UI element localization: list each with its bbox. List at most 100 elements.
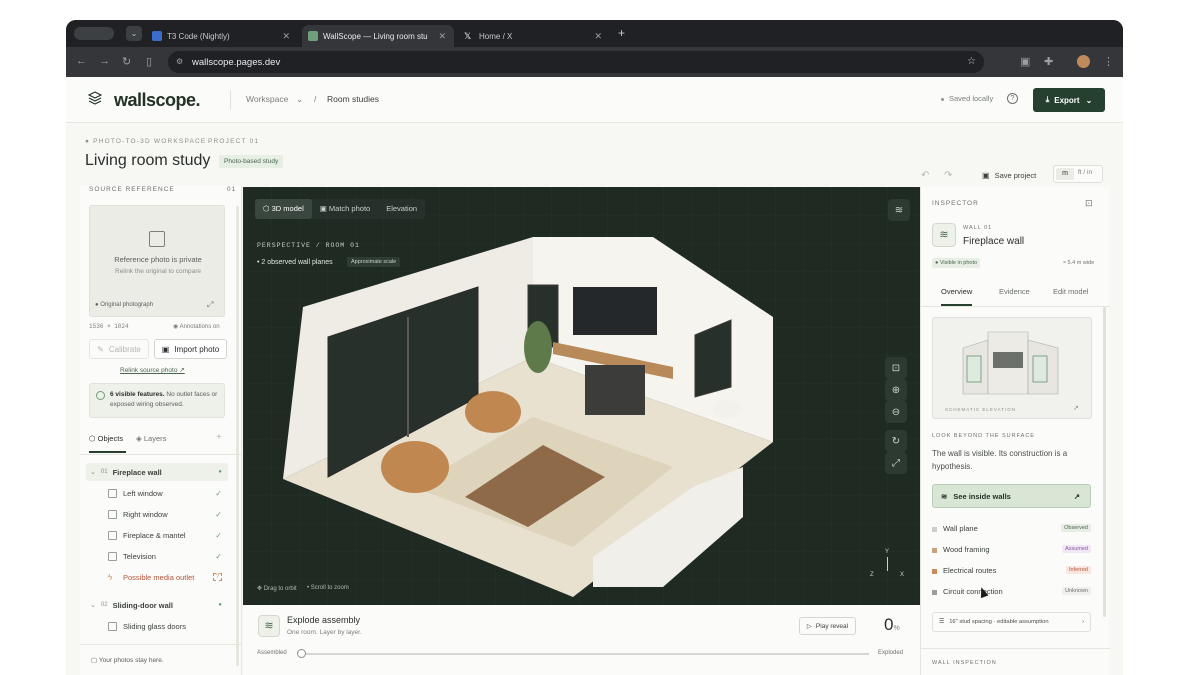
relink-text: Relink source photo <box>120 367 178 374</box>
profile-avatar[interactable] <box>1077 55 1090 68</box>
fullscreen-icon[interactable]: ⤢ <box>885 452 907 474</box>
logo-icon <box>87 91 103 105</box>
sidebar-toggle[interactable] <box>74 27 114 40</box>
unit-m-button[interactable]: m <box>1056 168 1074 180</box>
list-item[interactable]: Right window ✓ <box>86 505 228 523</box>
axis-z-label: Z <box>870 572 874 578</box>
close-icon[interactable]: ✕ <box>282 31 290 42</box>
tab-layers[interactable]: ◈ Layers <box>136 434 166 443</box>
annotations-toggle[interactable]: ◉ Annotations on <box>173 323 220 330</box>
explode-slider[interactable] <box>297 649 869 658</box>
kicker: ● PHOTO-TO-3D WORKSPACE <box>85 138 207 145</box>
footer-note: ▢ Your photos stay here. <box>91 657 164 664</box>
split-view-icon[interactable]: ▯ <box>146 55 152 68</box>
tab-x-home[interactable]: 𝕏 Home / X ✕ <box>458 25 610 47</box>
layer-row[interactable]: Circuit connection Unknown <box>932 586 1091 600</box>
tab-wallscope[interactable]: WallScope — Living room stu ✕ <box>302 25 454 47</box>
help-icon[interactable]: ? <box>1007 93 1018 104</box>
reference-photo-card[interactable]: Reference photo is private Relink the or… <box>89 205 225 317</box>
schematic-drawing <box>962 331 1059 395</box>
puzzle-icon[interactable]: ✚ <box>1044 55 1053 68</box>
save-project-button[interactable]: ▣ Save project <box>982 171 1036 180</box>
save-label: Save project <box>994 171 1037 180</box>
chevron-down-icon[interactable]: ⌄ <box>296 94 303 105</box>
play-reveal-button[interactable]: ▷ Play reveal <box>799 617 856 635</box>
wall-width: ≈ 5.4 m wide <box>1063 260 1095 266</box>
chevron-down-icon: ⌄ <box>90 602 96 609</box>
schematic-elevation[interactable]: SCHEMATIC ELEVATION ↗ <box>932 317 1092 419</box>
redo-icon[interactable]: ↷ <box>944 170 952 181</box>
inspector-tab-edit[interactable]: Edit model <box>1053 287 1088 296</box>
inspector-panel: INSPECTOR ⊡ ≋ WALL 01 Fireplace wall ● V… <box>920 187 1110 675</box>
plant <box>524 321 552 373</box>
list-item[interactable]: Left window ✓ <box>86 484 228 502</box>
open-icon[interactable]: ↗ <box>1073 404 1079 412</box>
group-sliding-door-wall[interactable]: ⌄ 02 Sliding-door wall ● <box>86 596 228 614</box>
focus-icon[interactable]: ⊡ <box>885 357 907 379</box>
list-item[interactable]: ϟ Possible media outlet? <box>86 568 228 586</box>
drag-hint: ✥ Drag to orbit <box>257 586 297 592</box>
see-inside-walls-button[interactable]: ≋ See inside walls ↗ <box>932 484 1091 508</box>
group-fireplace-wall[interactable]: ⌄ 01 Fireplace wall ● <box>86 463 228 481</box>
menu-icon[interactable]: ⋮ <box>1103 55 1114 68</box>
list-item[interactable]: Fireplace & mantel ✓ <box>86 526 228 544</box>
see-inside-label: See inside walls <box>953 491 1011 501</box>
tab-search-icon[interactable]: ⌄ <box>126 26 142 41</box>
scrollbar[interactable] <box>236 206 239 666</box>
saved-status: Saved locally <box>949 94 994 103</box>
divider <box>80 454 242 455</box>
unit-ft-button[interactable]: ft / in <box>1078 169 1092 176</box>
relink-link[interactable]: Relink source photo ↗ <box>120 366 185 374</box>
scrollbar[interactable] <box>1103 307 1106 617</box>
zoom-in-icon[interactable]: ⊕ <box>885 379 907 401</box>
undo-icon[interactable]: ↶ <box>921 170 929 181</box>
item-label: Sliding glass doors <box>123 621 186 631</box>
tab-t3-code[interactable]: T3 Code (Nightly) ✕ <box>146 25 298 47</box>
slider-thumb[interactable] <box>297 649 306 658</box>
focus-icon[interactable]: ⊡ <box>1085 198 1093 209</box>
axis-y-label: Y <box>885 549 890 555</box>
room-model[interactable] <box>243 187 920 605</box>
inspector-label: INSPECTOR <box>932 200 979 207</box>
export-button[interactable]: ⤓ Export ⌄ <box>1033 88 1105 112</box>
zoom-out-icon[interactable]: ⊖ <box>885 401 907 423</box>
unit-toggle: m ft / in <box>1053 165 1103 183</box>
wall-icon: ≋ <box>932 223 956 247</box>
forward-icon[interactable]: → <box>99 55 110 67</box>
breadcrumb-room-studies[interactable]: Room studies <box>327 94 379 104</box>
back-icon[interactable]: ← <box>76 55 87 67</box>
import-photo-button[interactable]: ▣ Import photo <box>154 339 227 359</box>
logo-text[interactable]: wallscope. <box>114 90 201 111</box>
close-icon[interactable]: ✕ <box>594 31 602 42</box>
layer-swatch-icon <box>932 548 937 553</box>
site-info-icon[interactable]: ⚙ <box>176 57 183 66</box>
calibrate-button[interactable]: ✎ Calibrate <box>89 339 149 359</box>
layer-row[interactable]: Wood framing Assumed <box>932 544 1091 558</box>
features-note: 6 visible features. No outlet faces or e… <box>89 383 225 418</box>
breadcrumb-workspace[interactable]: Workspace <box>246 94 288 104</box>
chevron-down-icon: ⌄ <box>1085 95 1093 105</box>
add-icon[interactable]: + <box>216 432 222 443</box>
list-item[interactable]: Sliding glass doors <box>86 617 228 635</box>
status-dot-icon: ● <box>218 469 222 475</box>
layer-row[interactable]: Electrical routes Inferred <box>932 565 1091 579</box>
new-tab-icon[interactable]: + <box>618 26 625 40</box>
download-icon: ⤓ <box>1045 95 1050 104</box>
reload-icon[interactable]: ↻ <box>122 55 131 68</box>
inspector-tab-evidence[interactable]: Evidence <box>999 287 1030 296</box>
bookmark-star-icon[interactable]: ☆ <box>967 56 976 67</box>
expand-icon[interactable]: ⤢ <box>207 300 213 310</box>
close-icon[interactable]: ✕ <box>438 31 446 42</box>
3d-viewport[interactable]: ⬡ 3D model ▣ Match photo Elevation ≋ PER… <box>243 187 920 605</box>
inspector-tab-overview[interactable]: Overview <box>941 287 973 306</box>
extension-icon[interactable]: ▣ <box>1020 55 1030 68</box>
layer-row[interactable]: Wall plane Observed <box>932 523 1091 537</box>
scroll-text: Scroll to zoom <box>310 585 349 591</box>
stud-spacing-row[interactable]: ☰ 16" stud spacing · editable assumption… <box>932 612 1091 632</box>
reset-view-icon[interactable]: ↻ <box>885 430 907 452</box>
list-item[interactable]: Television ✓ <box>86 547 228 565</box>
address-bar[interactable]: ⚙ wallscope.pages.dev ☆ <box>168 51 984 73</box>
tab-objects[interactable]: ⬡ Objects <box>89 434 126 453</box>
window-icon <box>108 488 117 498</box>
layer-tag: Observed <box>1061 524 1091 532</box>
